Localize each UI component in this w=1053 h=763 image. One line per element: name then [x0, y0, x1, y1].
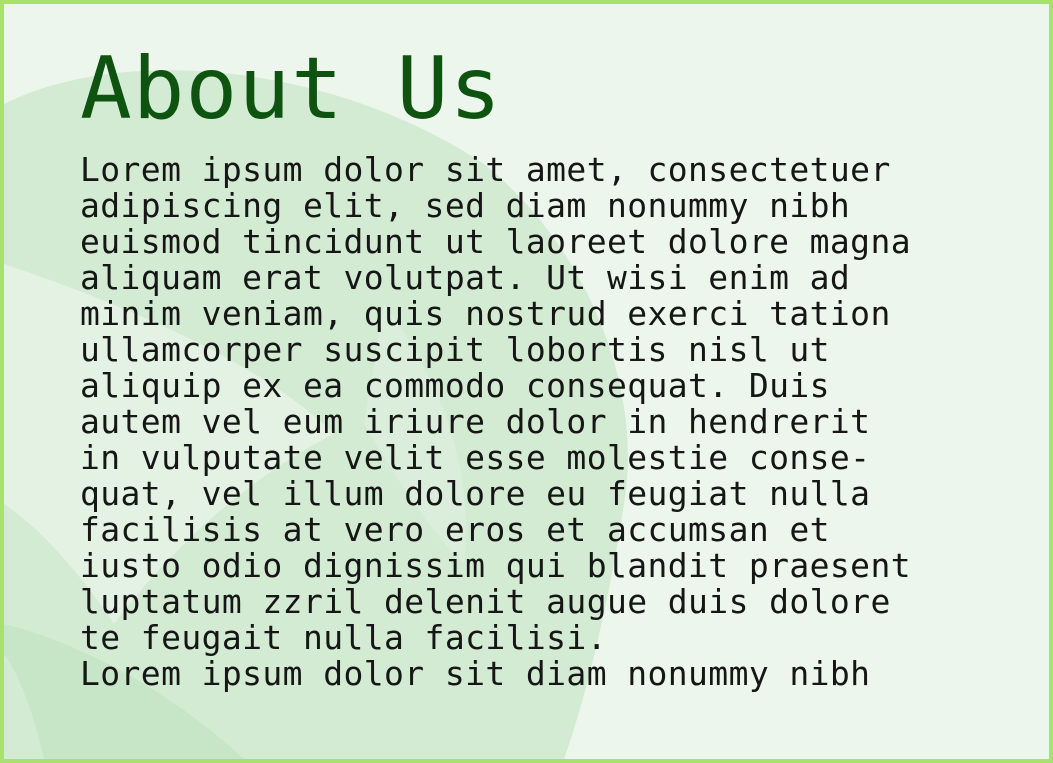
body-line: in vulputate velit esse molestie conse- [80, 438, 871, 477]
body-line: facilisis at vero eros et accumsan et [80, 510, 830, 549]
body-line: Lorem ipsum dolor sit diam nonummy nibh [80, 654, 871, 693]
body-line: euismod tincidunt ut laoreet dolore magn… [80, 222, 911, 261]
body-line: quat, vel illum dolore eu feugiat nulla [80, 474, 871, 513]
page-title: About Us [80, 39, 503, 139]
slide-page: About Us Lorem ipsum dolor sit amet, con… [0, 0, 1053, 763]
body-line: luptatum zzril delenit augue duis dolore [80, 582, 891, 621]
body-line: ullamcorper suscipit lobortis nisl ut [80, 330, 830, 369]
body-line: te feugait nulla facilisi. [80, 618, 607, 657]
body-line: iusto odio dignissim qui blandit praesen… [80, 546, 911, 585]
body-line: adipiscing elit, sed diam nonummy nibh [80, 186, 851, 225]
body-line: aliquam erat volutpat. Ut wisi enim ad [80, 258, 851, 297]
body-line: minim veniam, quis nostrud exerci tation [80, 294, 891, 333]
body-line: aliquip ex ea commodo consequat. Duis [80, 366, 830, 405]
body-line: autem vel eum iriure dolor in hendrerit [80, 402, 871, 441]
page-content: About Us Lorem ipsum dolor sit amet, con… [4, 4, 1049, 692]
body-paragraph: Lorem ipsum dolor sit amet, consectetuer… [80, 152, 1049, 692]
body-line: Lorem ipsum dolor sit amet, consectetuer [80, 150, 891, 189]
